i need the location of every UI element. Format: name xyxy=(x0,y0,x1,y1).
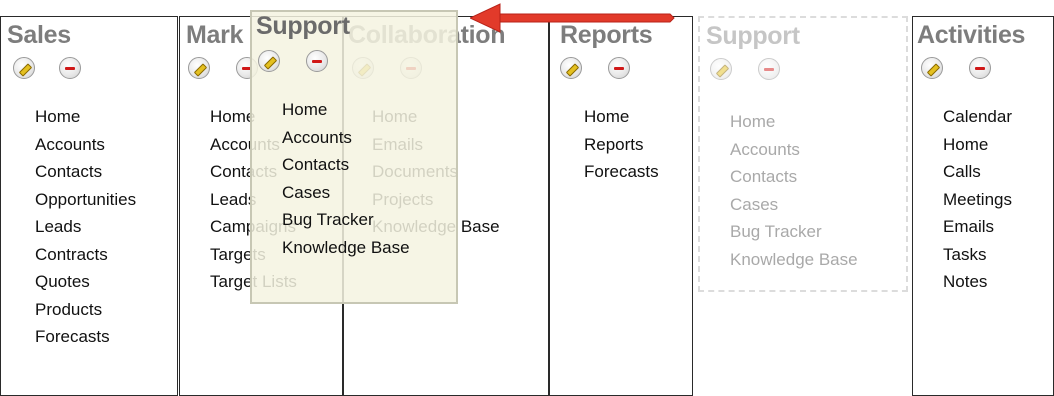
list-item[interactable]: Knowledge Base xyxy=(282,234,410,262)
column-sales[interactable]: Sales Home Accounts Contacts Opportuniti… xyxy=(0,16,178,396)
list-item[interactable]: Opportunities xyxy=(35,186,136,214)
column-title: Sales xyxy=(7,21,71,49)
list-item: Contacts xyxy=(730,167,798,186)
list-item[interactable]: Contracts xyxy=(35,241,136,269)
column-item-list: Home Accounts Contacts Cases Bug Tracker… xyxy=(282,96,410,261)
list-item: Cases xyxy=(730,194,779,214)
list-item: Bug Tracker xyxy=(730,222,822,241)
list-item[interactable]: Reports xyxy=(584,131,659,159)
remove-minus-icon[interactable] xyxy=(608,57,630,79)
list-item[interactable]: Tasks xyxy=(943,241,1012,269)
list-item[interactable]: Contacts xyxy=(282,151,410,179)
list-item[interactable]: Meetings xyxy=(943,186,1012,214)
list-item[interactable]: Home xyxy=(35,103,136,131)
column-reports[interactable]: Reports Home Reports Forecasts xyxy=(549,16,693,396)
drop-placeholder-support: Support Home Accounts Contacts Cases Bug… xyxy=(698,16,908,292)
column-item-list: Home Accounts Contacts Cases Bug Tracker… xyxy=(730,108,858,273)
left-arrow-icon xyxy=(470,3,675,33)
list-item[interactable]: Calls xyxy=(943,158,1012,186)
edit-pencil-icon[interactable] xyxy=(13,57,35,79)
list-item[interactable]: Forecasts xyxy=(584,158,659,186)
list-item[interactable]: Bug Tracker xyxy=(282,206,410,234)
list-item[interactable]: Accounts xyxy=(35,131,136,159)
list-item[interactable]: Contacts xyxy=(35,158,136,186)
column-item-list: Calendar Home Calls Meetings Emails Task… xyxy=(943,103,1012,296)
list-item[interactable]: Notes xyxy=(943,268,1012,296)
list-item[interactable]: Home xyxy=(584,103,659,131)
column-title: Mark xyxy=(186,21,244,49)
list-item[interactable]: Calendar xyxy=(943,103,1012,131)
edit-pencil-icon[interactable] xyxy=(560,57,582,79)
edit-pencil-icon[interactable] xyxy=(258,50,280,72)
remove-minus-icon[interactable] xyxy=(59,57,81,79)
list-item: Home xyxy=(730,112,776,131)
list-item: Accounts xyxy=(730,139,800,159)
remove-minus-icon[interactable] xyxy=(969,57,991,79)
list-item[interactable]: Emails xyxy=(943,213,1012,241)
edit-pencil-icon xyxy=(710,58,732,80)
list-item[interactable]: Cases xyxy=(282,179,410,207)
list-item[interactable]: Forecasts xyxy=(35,323,136,351)
dragging-support-column[interactable]: Support Home Accounts Contacts Cases Bug… xyxy=(250,10,458,304)
list-item[interactable]: Home xyxy=(943,131,1012,159)
column-title: Support xyxy=(256,12,350,40)
remove-minus-icon xyxy=(758,58,780,80)
list-item[interactable]: Home xyxy=(282,96,410,124)
list-item: Knowledge Base xyxy=(730,249,858,269)
column-activities[interactable]: Activities Calendar Home Calls Meetings … xyxy=(912,16,1054,396)
list-item[interactable]: Quotes xyxy=(35,268,136,296)
list-item[interactable]: Accounts xyxy=(282,124,410,152)
remove-minus-icon[interactable] xyxy=(306,50,328,72)
list-item[interactable]: Leads xyxy=(35,213,136,241)
column-title: Support xyxy=(706,22,800,50)
edit-pencil-icon[interactable] xyxy=(921,57,943,79)
column-item-list: Home Reports Forecasts xyxy=(584,103,659,186)
column-title: Activities xyxy=(917,21,1026,49)
edit-pencil-icon[interactable] xyxy=(188,57,210,79)
column-item-list: Home Accounts Contacts Opportunities Lea… xyxy=(35,103,136,351)
list-item[interactable]: Products xyxy=(35,296,136,324)
